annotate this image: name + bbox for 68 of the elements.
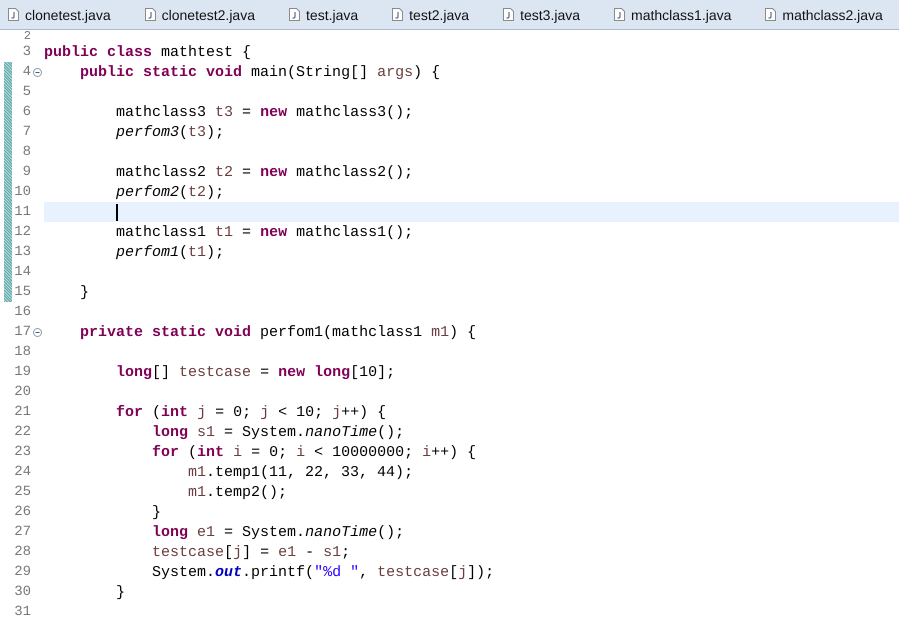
line-number: 26 <box>14 504 31 520</box>
java-file-icon <box>8 8 19 21</box>
code-line: perfom3(t3); <box>115 124 224 140</box>
code-line: } <box>115 584 126 600</box>
line-number: 17 <box>14 324 31 340</box>
line-number: 9 <box>22 164 31 180</box>
text-cursor <box>116 204 118 220</box>
line-number: 2 <box>24 30 31 43</box>
code-line: perfom2(t2); <box>115 184 224 200</box>
code-line: } <box>79 284 90 300</box>
line-number: 6 <box>22 104 31 120</box>
line-number: 8 <box>22 144 31 160</box>
line-number: 11 <box>14 204 31 220</box>
line-number: 15 <box>14 284 31 300</box>
java-file-icon <box>765 8 776 21</box>
code-line: long s1 = System.nanoTime(); <box>151 424 404 440</box>
code-line: m1.temp1(11, 22, 33, 44); <box>187 464 414 480</box>
editor-tab[interactable]: clonetest2.java <box>144 2 270 26</box>
java-file-icon <box>614 8 626 21</box>
code-line: mathclass2 t2 = new mathclass2(); <box>115 164 414 180</box>
line-number: 14 <box>14 264 31 280</box>
line-number: 20 <box>14 384 31 400</box>
java-file-icon <box>503 8 514 21</box>
line-number: 31 <box>14 604 31 620</box>
line-number: 21 <box>14 404 31 420</box>
code-line: System.out.printf("%d ", testcase[j]); <box>151 564 494 580</box>
editor-tab[interactable]: test3.java <box>503 2 594 26</box>
line-number: 7 <box>22 124 31 140</box>
line-number: 5 <box>22 84 31 100</box>
code-line: m1.temp2(); <box>187 484 288 500</box>
line-number: 29 <box>14 564 31 580</box>
code-line: long e1 = System.nanoTime(); <box>151 524 404 540</box>
line-number: 16 <box>14 304 31 320</box>
line-number: 13 <box>14 244 31 260</box>
line-number: 24 <box>14 464 31 480</box>
line-number: 18 <box>14 344 31 360</box>
code-line: } <box>151 504 162 520</box>
code-line: for (int j = 0; j < 10; j++) { <box>115 404 386 420</box>
code-line: perfom1(t1); <box>115 244 224 260</box>
collapse-icon[interactable] <box>33 68 42 76</box>
code-line: public class mathtest { <box>44 44 252 60</box>
line-number: 30 <box>14 584 31 600</box>
line-number: 12 <box>14 224 31 240</box>
line-number: 25 <box>14 484 31 500</box>
code-line: mathclass1 t1 = new mathclass1(); <box>115 224 414 240</box>
java-file-icon <box>144 8 156 21</box>
code-line: for (int i = 0; i < 10000000; i++) { <box>151 444 476 460</box>
editor-tab[interactable]: test.java <box>289 2 372 26</box>
collapse-icon[interactable] <box>33 328 42 336</box>
code-line: mathclass3 t3 = new mathclass3(); <box>115 104 414 120</box>
editor-tab[interactable]: clonetest.java <box>8 2 125 26</box>
line-number: 3 <box>22 44 31 60</box>
java-file-icon <box>392 8 404 21</box>
editor-tab[interactable]: test2.java <box>392 2 484 26</box>
line-number: 28 <box>14 544 31 560</box>
line-number: 23 <box>14 444 31 460</box>
editor-tab[interactable]: mathclass2.java <box>765 2 897 26</box>
line-number: 22 <box>14 424 31 440</box>
line-number: 27 <box>14 524 31 540</box>
code-line: long[] testcase = new long[10]; <box>115 364 396 380</box>
code-line: public static void main(String[] args) { <box>79 64 440 80</box>
editor-tab[interactable]: mathclass1.java <box>614 2 746 26</box>
code-line: testcase[j] = e1 - s1; <box>151 544 350 560</box>
line-number: 10 <box>14 184 31 200</box>
java-file-icon <box>289 8 300 21</box>
line-number: 19 <box>14 364 31 380</box>
code-line: private static void perfom1(mathclass1 m1) { <box>79 324 476 340</box>
line-number: 4 <box>22 64 31 80</box>
